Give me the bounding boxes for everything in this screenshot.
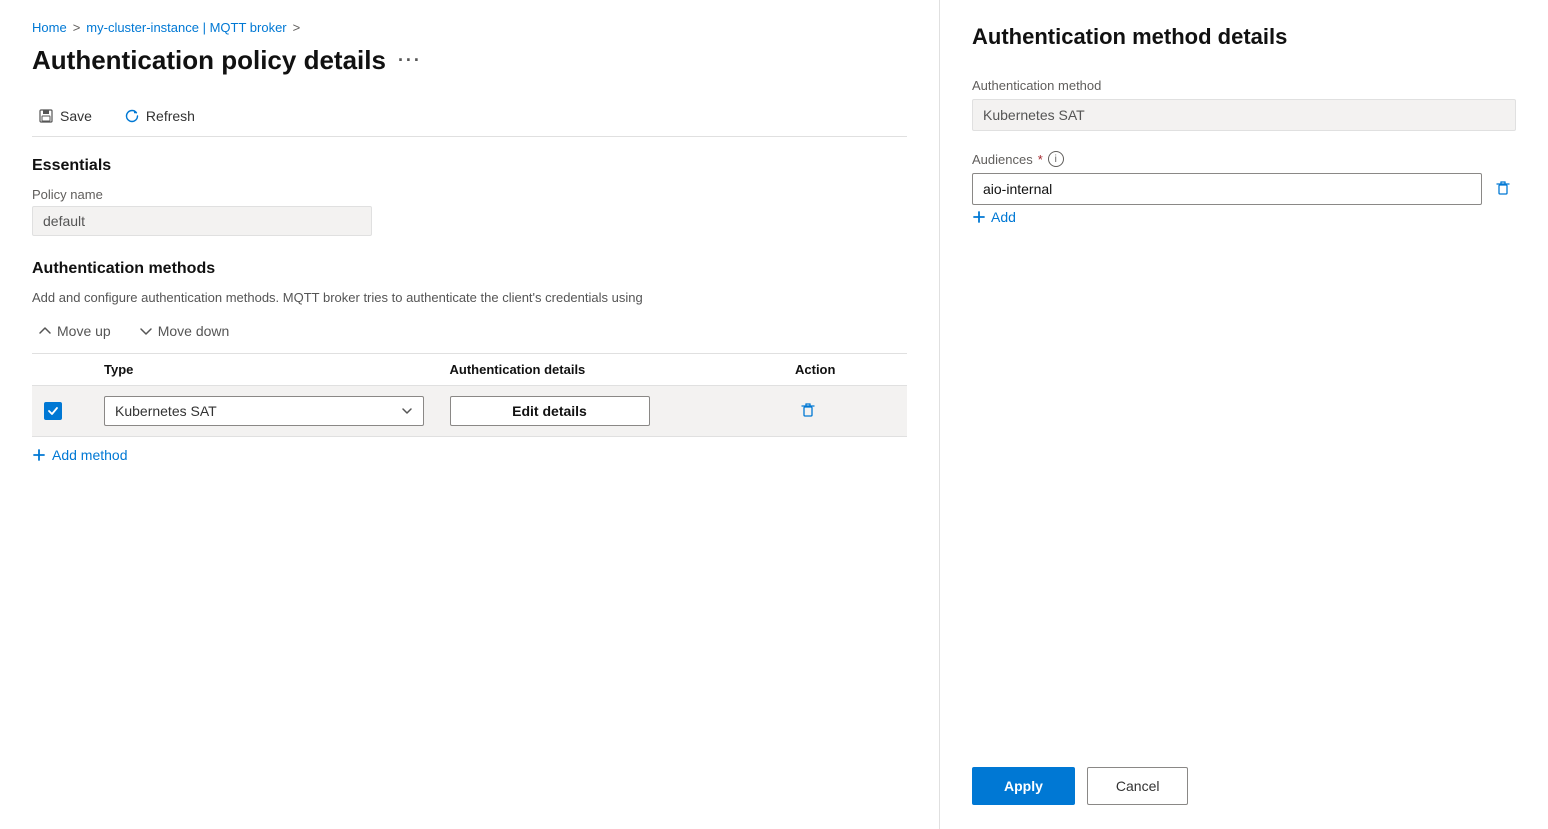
- arrow-down-icon: [139, 324, 153, 338]
- save-icon: [38, 108, 54, 124]
- add-method-button[interactable]: Add method: [32, 437, 128, 473]
- auth-method-value: Kubernetes SAT: [972, 99, 1516, 131]
- table-row: Kubernetes SAT Edit details: [32, 386, 907, 437]
- auth-methods-table: Type Authentication details Action Kuber…: [32, 353, 907, 437]
- add-method-label: Add method: [52, 447, 128, 463]
- move-down-button[interactable]: Move down: [133, 319, 236, 343]
- add-audience-button[interactable]: Add: [972, 205, 1016, 229]
- move-up-label: Move up: [57, 323, 111, 339]
- move-controls: Move up Move down: [32, 319, 907, 343]
- move-up-button[interactable]: Move up: [32, 319, 117, 343]
- audiences-label-text: Audiences: [972, 152, 1033, 167]
- auth-methods-title: Authentication methods: [32, 260, 907, 278]
- cancel-button[interactable]: Cancel: [1087, 767, 1189, 805]
- info-icon[interactable]: i: [1048, 151, 1064, 167]
- right-panel: Authentication method details Authentica…: [940, 0, 1548, 829]
- audiences-input[interactable]: [972, 173, 1482, 205]
- essentials-section: Essentials Policy name default: [32, 157, 907, 236]
- col-action: Action: [795, 362, 895, 377]
- left-panel: Home > my-cluster-instance | MQTT broker…: [0, 0, 940, 829]
- trash-icon: [799, 401, 817, 419]
- page-title: Authentication policy details: [32, 45, 386, 76]
- save-label: Save: [60, 108, 92, 124]
- arrow-up-icon: [38, 324, 52, 338]
- trash-audiences-icon: [1494, 179, 1512, 197]
- ellipsis-menu[interactable]: ···: [398, 50, 422, 71]
- page-title-container: Authentication policy details ···: [32, 45, 907, 76]
- breadcrumb-cluster[interactable]: my-cluster-instance | MQTT broker: [86, 20, 286, 35]
- delete-row-button[interactable]: [795, 397, 821, 426]
- col-auth-details: Authentication details: [450, 362, 796, 377]
- type-dropdown[interactable]: Kubernetes SAT: [104, 396, 424, 426]
- auth-method-label: Authentication method: [972, 78, 1516, 93]
- checkmark-icon: [47, 405, 59, 417]
- breadcrumb-sep1: >: [73, 20, 81, 35]
- move-down-label: Move down: [158, 323, 230, 339]
- row-edit[interactable]: Edit details: [450, 396, 796, 426]
- auth-methods-desc: Add and configure authentication methods…: [32, 290, 907, 305]
- right-panel-title: Authentication method details: [972, 24, 1516, 50]
- right-panel-footer: Apply Cancel: [972, 747, 1516, 805]
- table-header: Type Authentication details Action: [32, 354, 907, 386]
- edit-details-button[interactable]: Edit details: [450, 396, 650, 426]
- audiences-group: Audiences * i Add: [972, 151, 1516, 229]
- row-delete[interactable]: [795, 397, 895, 426]
- auth-methods-section: Authentication methods Add and configure…: [32, 260, 907, 473]
- policy-name-value: default: [32, 206, 372, 236]
- breadcrumb: Home > my-cluster-instance | MQTT broker…: [32, 20, 907, 35]
- audiences-required: *: [1038, 152, 1043, 167]
- row-type[interactable]: Kubernetes SAT: [104, 396, 450, 426]
- refresh-button[interactable]: Refresh: [118, 104, 201, 128]
- toolbar: Save Refresh: [32, 96, 907, 137]
- breadcrumb-sep2: >: [293, 20, 301, 35]
- audiences-label: Audiences * i: [972, 151, 1516, 167]
- apply-button[interactable]: Apply: [972, 767, 1075, 805]
- refresh-icon: [124, 108, 140, 124]
- checkbox-selected[interactable]: [44, 402, 62, 420]
- plus-add-icon: [972, 210, 986, 224]
- plus-icon: [32, 448, 46, 462]
- essentials-title: Essentials: [32, 157, 907, 175]
- policy-name-label: Policy name: [32, 187, 907, 202]
- col-type: Type: [104, 362, 450, 377]
- audiences-row: [972, 173, 1516, 205]
- refresh-label: Refresh: [146, 108, 195, 124]
- row-checkbox[interactable]: [44, 402, 104, 420]
- add-audience-label: Add: [991, 209, 1016, 225]
- auth-method-group: Authentication method Kubernetes SAT: [972, 78, 1516, 131]
- save-button[interactable]: Save: [32, 104, 98, 128]
- breadcrumb-home[interactable]: Home: [32, 20, 67, 35]
- type-value: Kubernetes SAT: [115, 403, 217, 419]
- chevron-down-icon: [401, 405, 413, 417]
- audiences-delete-button[interactable]: [1490, 175, 1516, 204]
- col-checkbox: [44, 362, 104, 377]
